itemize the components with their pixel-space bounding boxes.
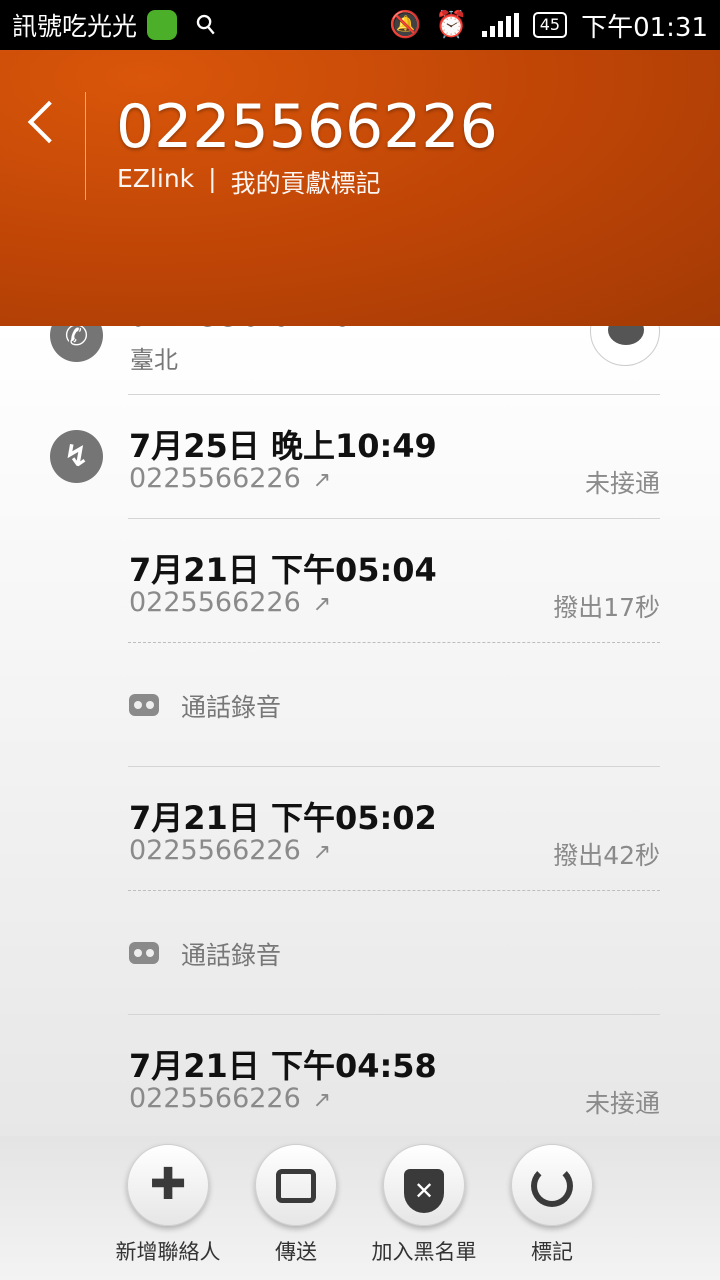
- call-recording-link[interactable]: 通話錄音: [181, 688, 281, 724]
- my-contribution-link[interactable]: 我的貢獻標記: [231, 164, 381, 200]
- call-status: 未接通: [584, 1089, 660, 1118]
- block-shield-icon-button[interactable]: ✕: [383, 1144, 465, 1226]
- mark-button[interactable]: 標記: [487, 1144, 617, 1266]
- call-time: 7月21日 下午05:04: [129, 551, 437, 589]
- outgoing-arrow-icon: ↗: [312, 592, 332, 617]
- provider-label: EZlink: [117, 164, 195, 193]
- action-label: 標記: [531, 1240, 573, 1264]
- action-label: 新增聯絡人: [115, 1240, 221, 1264]
- page-title: 0225566226: [116, 92, 498, 162]
- share-icon: [276, 1169, 316, 1203]
- signal-icon: [481, 13, 519, 37]
- mute-icon: 🔕: [388, 10, 422, 40]
- add-contact-button[interactable]: ✚ 新增聯絡人: [103, 1144, 233, 1266]
- alarm-icon: ⏰: [435, 10, 468, 40]
- plus-icon[interactable]: ✚: [127, 1144, 209, 1226]
- call-detail-header: 0225566226 EZlink | 我的貢獻標記: [0, 50, 720, 326]
- contact-city: 臺北: [130, 346, 178, 374]
- add-to-blacklist-button[interactable]: ✕ 加入黑名單: [359, 1144, 489, 1266]
- clock-time: 下午01:31: [581, 12, 708, 43]
- contact-number: 02 2556 6226: [128, 326, 352, 334]
- carrier-label: 訊號吃光光: [12, 12, 138, 41]
- divider: [128, 518, 660, 519]
- call-number: 0225566226 ↗: [129, 463, 332, 494]
- call-status: 未接通: [584, 469, 660, 498]
- phone-icon[interactable]: ✆: [50, 326, 103, 362]
- security-shield-icon: [147, 10, 178, 40]
- status-bar: 訊號吃光光 ⚲ 🔕 ⏰ 45 下午01:31: [0, 0, 720, 50]
- divider: [128, 766, 660, 767]
- contact-number-row[interactable]: ✆ 02 2556 6226 臺北: [0, 326, 720, 394]
- usb-icon: ⚲: [189, 7, 224, 43]
- missed-call-icon: ↯: [50, 430, 103, 483]
- share-icon-button[interactable]: [255, 1144, 337, 1226]
- call-number: 0225566226 ↗: [129, 587, 332, 618]
- recording-icon[interactable]: [129, 694, 159, 716]
- call-status: 撥出17秒: [553, 593, 660, 622]
- call-number: 0225566226 ↗: [129, 1083, 332, 1114]
- call-recording-link[interactable]: 通話錄音: [181, 936, 281, 972]
- divider: [128, 394, 660, 395]
- header-subtitle: EZlink | 我的貢獻標記: [117, 164, 381, 200]
- divider: [128, 1014, 660, 1015]
- block-shield-icon: ✕: [404, 1169, 444, 1213]
- recording-icon[interactable]: [129, 942, 159, 964]
- call-number: 0225566226 ↗: [129, 835, 332, 866]
- mark-icon-button[interactable]: [511, 1144, 593, 1226]
- share-button[interactable]: 傳送: [231, 1144, 361, 1266]
- outgoing-arrow-icon: ↗: [312, 468, 332, 493]
- call-time: 7月25日 晚上10:49: [129, 427, 437, 465]
- call-time: 7月21日 下午04:58: [129, 1047, 437, 1085]
- call-time: 7月21日 下午05:02: [129, 799, 437, 837]
- outgoing-arrow-icon: ↗: [312, 1088, 332, 1113]
- action-bar: ✚ 新增聯絡人 傳送 ✕ 加入黑名單 標記: [0, 1136, 720, 1280]
- mark-icon: [531, 1165, 573, 1207]
- call-status: 撥出42秒: [553, 841, 660, 870]
- subtitle-separator: |: [208, 164, 217, 193]
- message-button[interactable]: [590, 326, 660, 366]
- dashed-divider: [128, 890, 660, 891]
- outgoing-arrow-icon: ↗: [312, 840, 332, 865]
- back-button[interactable]: [20, 95, 70, 155]
- action-label: 傳送: [275, 1240, 317, 1264]
- dashed-divider: [128, 642, 660, 643]
- action-label: 加入黑名單: [371, 1240, 477, 1264]
- header-divider: [85, 92, 86, 200]
- battery-icon: 45: [532, 12, 568, 38]
- call-history-list: ✆ 02 2556 6226 臺北 ↯ 7月25日 晚上10:49 022556…: [0, 326, 720, 1136]
